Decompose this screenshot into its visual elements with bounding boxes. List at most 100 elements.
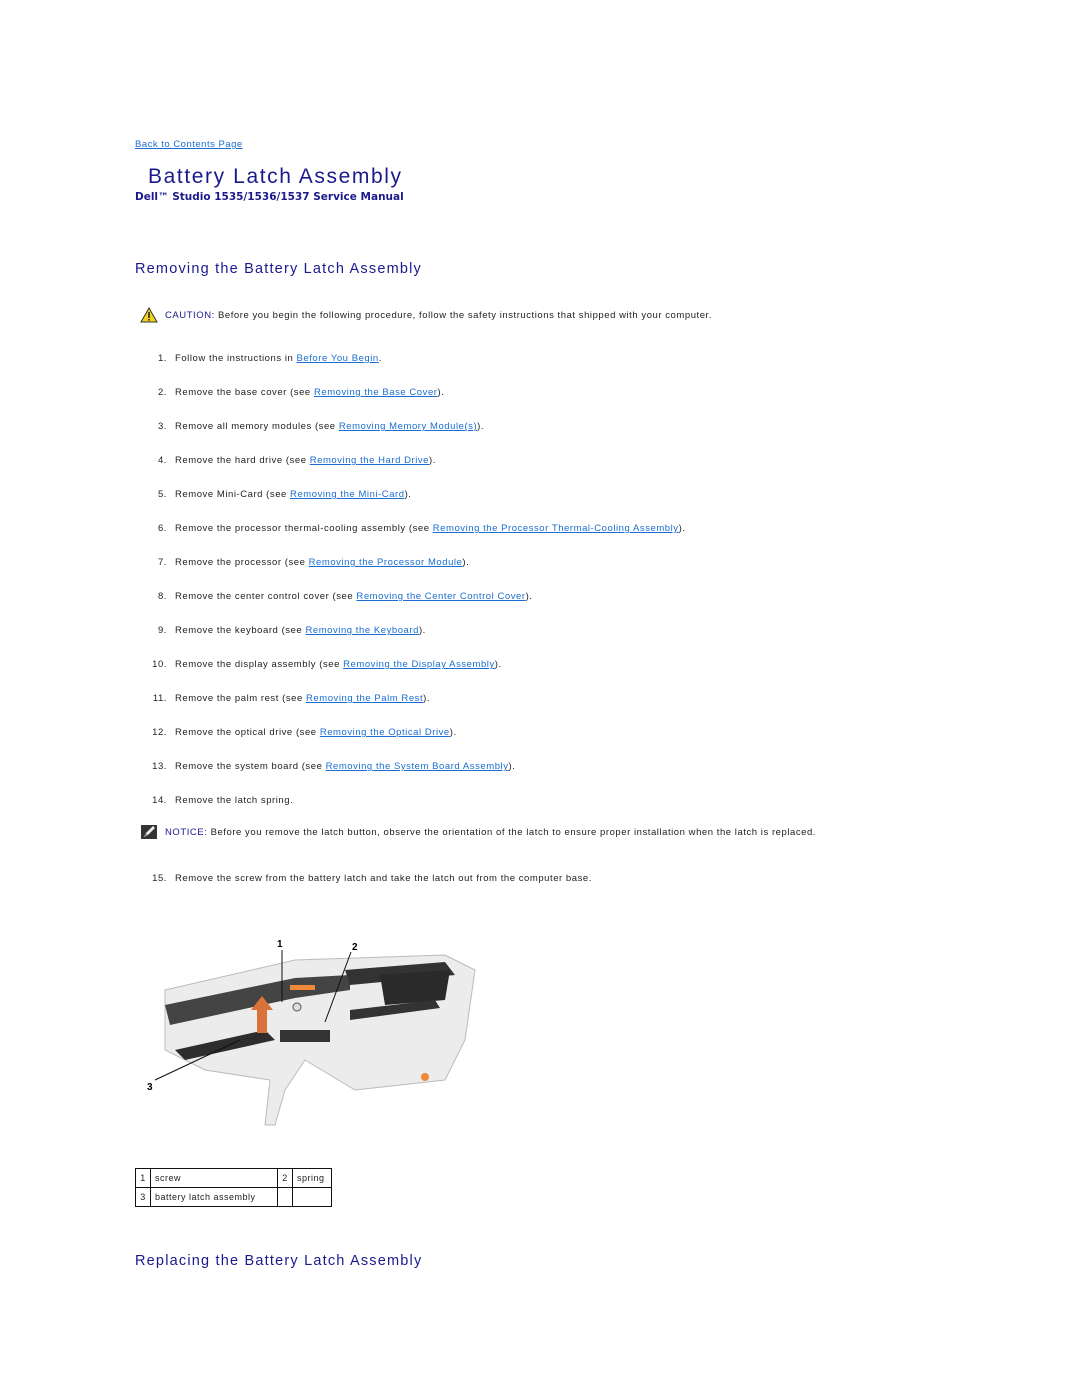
step-text: Remove the optical drive (see (175, 727, 320, 738)
step-text: Remove the display assembly (see (175, 659, 344, 670)
step-text: Remove the center control cover (see (175, 591, 357, 602)
manual-subtitle: Dell™ Studio 1535/1536/1537 Service Manu… (135, 191, 404, 203)
step-number: 6. (157, 523, 167, 534)
step-text-end: ). (423, 693, 431, 704)
step-10: 10. Remove the display assembly (see Remo… (145, 659, 502, 670)
step-text: Remove the palm rest (see (175, 693, 306, 704)
caution-label: CAUTION: (165, 309, 215, 321)
removing-heading: Removing the Battery Latch Assembly (135, 261, 423, 277)
step-15: 15. Remove the screw from the battery lat… (145, 873, 592, 884)
step-5: 5. Remove Mini-Card (see Removing the Min… (145, 489, 411, 500)
step-link[interactable]: Removing the Palm Rest (306, 693, 423, 704)
callout-number: 2 (277, 1168, 293, 1188)
step-text: Remove the processor thermal-cooling ass… (175, 523, 433, 534)
step-text: Remove the screw from the battery latch … (175, 873, 592, 884)
notice-note: NOTICE: Before you remove the latch butt… (140, 824, 816, 840)
callouts-table: 1 screw 2 spring 3 battery latch assembl… (135, 1168, 332, 1207)
step-number: 3. (157, 421, 167, 432)
pencil-notice-icon (140, 824, 158, 840)
step-number: 14. (152, 795, 167, 806)
notice-text: Before you remove the latch button, obse… (207, 826, 816, 838)
table-row: 1 screw 2 spring (135, 1168, 332, 1188)
callout-label: spring (292, 1168, 332, 1188)
step-text-end: ). (525, 591, 533, 602)
step-number: 11. (152, 693, 167, 704)
step-13: 13. Remove the system board (see Removing… (145, 761, 515, 772)
step-number: 13. (152, 761, 167, 772)
step-text-end: . (378, 353, 382, 364)
step-text: Remove the keyboard (see (175, 625, 306, 636)
callout-label: screw (150, 1168, 278, 1188)
step-link[interactable]: Removing the Mini-Card (290, 489, 405, 500)
caution-text: Before you begin the following procedure… (214, 309, 712, 321)
step-text-end: ). (404, 489, 412, 500)
step-text: Follow the instructions in (175, 353, 297, 364)
step-text-end: ). (437, 387, 445, 398)
step-number: 1. (157, 353, 167, 364)
callout-1: 1 (277, 939, 283, 950)
step-number: 4. (157, 455, 167, 466)
step-link[interactable]: Removing the Display Assembly (343, 659, 495, 670)
step-text: Remove all memory modules (see (175, 421, 339, 432)
step-4: 4. Remove the hard drive (see Removing th… (145, 455, 436, 466)
step-number: 9. (157, 625, 167, 636)
step-text-end: ). (429, 455, 436, 466)
callout-label: battery latch assembly (150, 1187, 278, 1207)
step-link[interactable]: Removing the Base Cover (314, 387, 438, 398)
step-12: 12. Remove the optical drive (see Removin… (145, 727, 457, 738)
step-link[interactable]: Removing the Processor Thermal-Cooling A… (433, 523, 679, 534)
step-text: Remove Mini-Card (see (175, 489, 291, 500)
replacing-heading: Replacing the Battery Latch Assembly (135, 1253, 423, 1269)
step-14: 14. Remove the latch spring. (145, 795, 293, 806)
step-text-end: ). (508, 761, 516, 772)
step-9: 9. Remove the keyboard (see Removing the … (145, 625, 426, 636)
step-number: 5. (157, 489, 167, 500)
step-text-end: ). (418, 625, 426, 636)
back-to-contents-link[interactable]: Back to Contents Page (135, 139, 243, 150)
step-link[interactable]: Removing Memory Module(s) (339, 421, 477, 432)
step-3: 3. Remove all memory modules (see Removin… (145, 421, 484, 432)
step-8: 8. Remove the center control cover (see R… (145, 591, 532, 602)
callout-number: 3 (135, 1187, 151, 1207)
page-title: Battery Latch Assembly (148, 165, 403, 188)
callout-number (277, 1187, 293, 1207)
step-text-end: ). (462, 557, 470, 568)
step-link[interactable]: Removing the Hard Drive (310, 455, 429, 466)
step-number: 8. (157, 591, 167, 602)
step-link[interactable]: Removing the Keyboard (305, 625, 418, 636)
step-text: Remove the base cover (see (175, 387, 314, 398)
callout-2: 2 (352, 942, 358, 953)
battery-latch-figure: 1 2 3 (145, 930, 480, 1130)
step-text: Remove the latch spring. (175, 795, 294, 806)
caution-note: CAUTION: Before you begin the following … (140, 307, 712, 323)
callout-number: 1 (135, 1168, 151, 1188)
step-text-end: ). (494, 659, 502, 670)
step-number: 2. (157, 387, 167, 398)
step-6: 6. Remove the processor thermal-cooling a… (145, 523, 686, 534)
step-text-end: ). (477, 421, 485, 432)
step-number: 10. (152, 659, 167, 670)
step-text-end: ). (449, 727, 457, 738)
step-link[interactable]: Removing the Center Control Cover (356, 591, 525, 602)
warning-triangle-icon (140, 307, 158, 323)
step-11: 11. Remove the palm rest (see Removing th… (145, 693, 430, 704)
callout-label (292, 1187, 332, 1207)
step-number: 12. (152, 727, 167, 738)
step-link[interactable]: Removing the System Board Assembly (326, 761, 509, 772)
step-text: Remove the hard drive (see (175, 455, 310, 466)
step-link[interactable]: Removing the Processor Module (309, 557, 463, 568)
step-text-end: ). (678, 523, 686, 534)
step-1: 1. Follow the instructions in Before You … (145, 353, 382, 364)
table-row: 3 battery latch assembly (135, 1187, 332, 1207)
step-number: 15. (152, 873, 167, 884)
step-link[interactable]: Before You Begin (297, 353, 379, 364)
step-7: 7. Remove the processor (see Removing the… (145, 557, 469, 568)
callout-3: 3 (147, 1082, 153, 1093)
notice-label: NOTICE: (165, 826, 208, 838)
step-text: Remove the system board (see (175, 761, 326, 772)
step-link[interactable]: Removing the Optical Drive (320, 727, 450, 738)
step-2: 2. Remove the base cover (see Removing th… (145, 387, 444, 398)
step-text: Remove the processor (see (175, 557, 309, 568)
figure-illustration: 1 2 3 (147, 939, 476, 1126)
step-number: 7. (157, 557, 167, 568)
